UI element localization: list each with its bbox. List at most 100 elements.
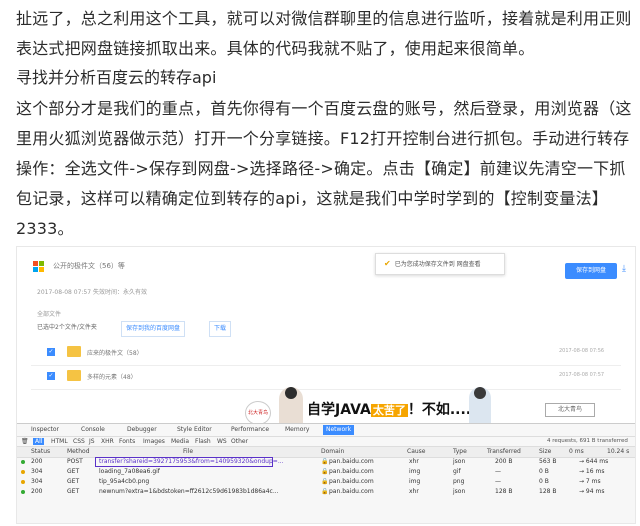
filter-all[interactable]: All bbox=[33, 438, 45, 445]
paragraph-line: 扯远了，总之利用这个工具，就可以对微信群聊里的信息进行监听，接着就是利用正则 bbox=[16, 9, 632, 28]
cell-transferred: 128 B bbox=[495, 488, 513, 495]
cell-transferred: — bbox=[495, 468, 501, 475]
success-toast: ✔ 已为您成功保存文件到 网盘查看 bbox=[375, 253, 505, 275]
lock-icon: 🔒 bbox=[321, 478, 329, 485]
col-method[interactable]: Method bbox=[67, 448, 90, 455]
cell-method: POST bbox=[67, 458, 83, 465]
cell-method: GET bbox=[67, 478, 80, 485]
save-to-netdisk-button[interactable]: 保存到网盘 bbox=[565, 263, 617, 279]
save-button-label: 保存到网盘 bbox=[575, 267, 606, 274]
lock-icon: 🔒 bbox=[321, 468, 329, 475]
col-domain[interactable]: Domain bbox=[321, 448, 344, 455]
share-title: 公开的极件文（56）等 bbox=[53, 262, 125, 270]
cell-size: 128 B bbox=[539, 488, 557, 495]
paragraph-line: 包记录，这样可以精确定位到转存的api，这就是我们中学时学到的【控制变量法】 bbox=[16, 189, 609, 208]
save-to-baidu-button[interactable]: 保存到我的百度网盘 bbox=[121, 321, 186, 337]
filter-media[interactable]: Media bbox=[171, 438, 189, 445]
filter-ws[interactable]: WS bbox=[217, 438, 227, 445]
network-request-row[interactable]: 200 GET newnum?extra=1&bdstoken=ff2612c59d… bbox=[17, 487, 635, 497]
file-row[interactable]: ✓ 应来的极件文（58） 2017-08-08 07:56 bbox=[31, 341, 621, 366]
cell-cause: xhr bbox=[409, 488, 419, 495]
cell-type: png bbox=[453, 478, 465, 485]
cell-method: GET bbox=[67, 468, 80, 475]
cell-file: loading_7a08ea6.gif bbox=[99, 468, 160, 475]
request-summary: 4 requests, 691 B transferred bbox=[547, 438, 628, 444]
cell-transferred: — bbox=[495, 478, 501, 485]
filter-flash[interactable]: Flash bbox=[195, 438, 211, 445]
col-size[interactable]: Size bbox=[539, 448, 551, 455]
filter-fonts[interactable]: Fonts bbox=[119, 438, 135, 445]
paragraph-line: 操作：全选文件->保存到网盘->选择路径->确定。点击【确定】前建议先清空一下抓 bbox=[16, 159, 626, 178]
filter-css[interactable]: CSS bbox=[73, 438, 85, 445]
app-logo-icon bbox=[33, 261, 45, 273]
status-dot-icon bbox=[21, 480, 25, 484]
cell-timing: → 16 ms bbox=[579, 468, 605, 475]
cell-file: newnum?extra=1&bdstoken=ff2612c59d61983b… bbox=[99, 488, 279, 495]
filter-js[interactable]: JS bbox=[89, 438, 95, 445]
col-transferred[interactable]: Transferred bbox=[487, 448, 521, 455]
cell-status: 200 bbox=[31, 458, 43, 465]
cell-domain: pan.baidu.com bbox=[329, 488, 374, 495]
embedded-screenshot: 公开的极件文（56）等 ✔ 已为您成功保存文件到 网盘查看 保存到网盘 ⤓ 201… bbox=[16, 246, 636, 524]
cell-timing: → 644 ms bbox=[579, 458, 609, 465]
lock-icon: 🔒 bbox=[321, 488, 329, 495]
tab-network[interactable]: Network bbox=[323, 425, 355, 435]
breadcrumb[interactable]: 全部文件 bbox=[37, 309, 61, 318]
filter-html[interactable]: HTML bbox=[51, 438, 68, 445]
ad-badge: 北大青鸟 bbox=[245, 401, 271, 425]
ad-slogan-a: 自学JAVA bbox=[307, 402, 371, 418]
status-dot-icon bbox=[21, 470, 25, 474]
tab-inspector[interactable]: Inspector bbox=[31, 426, 59, 433]
cell-type: json bbox=[453, 458, 466, 465]
cell-size: 563 B bbox=[539, 458, 557, 465]
col-type[interactable]: Type bbox=[453, 448, 467, 455]
download-button[interactable]: 下载 bbox=[209, 321, 232, 337]
ad-person-image bbox=[279, 387, 303, 425]
paragraph-line: 里用火狐浏览器做示范）打开一个分享链接。F12打开控制台进行抓包。手动进行转存 bbox=[16, 129, 630, 148]
cell-cause: img bbox=[409, 478, 421, 485]
share-page-header: 公开的极件文（56）等 ✔ 已为您成功保存文件到 网盘查看 保存到网盘 ⤓ bbox=[17, 247, 635, 287]
devtools-panel: Inspector Console Debugger Style Editor … bbox=[17, 423, 635, 523]
annotation-highlight-box bbox=[95, 457, 273, 467]
cell-domain: pan.baidu.com bbox=[329, 468, 374, 475]
cell-transferred: 200 B bbox=[495, 458, 513, 465]
col-cause[interactable]: Cause bbox=[407, 448, 426, 455]
network-request-row[interactable]: 304 GET loading_7a08ea6.gif pan.baidu.com im… bbox=[17, 467, 635, 477]
filter-xhr[interactable]: XHR bbox=[101, 438, 114, 445]
cell-status: 304 bbox=[31, 478, 43, 485]
check-icon: ✔ bbox=[384, 259, 391, 268]
col-status[interactable]: Status bbox=[31, 448, 50, 455]
trash-icon[interactable]: 🗑 bbox=[21, 438, 29, 445]
section-heading: 寻找并分析百度云的转存api bbox=[16, 68, 217, 87]
ad-brand: 北大青鸟 bbox=[545, 403, 595, 417]
selected-count: 已选中2个文件/文件夹 bbox=[37, 324, 97, 331]
cell-type: json bbox=[453, 488, 466, 495]
download-label: 下载 bbox=[214, 325, 227, 332]
ad-person-image bbox=[469, 387, 491, 425]
col-file[interactable]: File bbox=[183, 448, 193, 455]
paragraph-intro: 扯远了，总之利用这个工具，就可以对微信群聊里的信息进行监听，接着就是利用正则 表… bbox=[16, 4, 632, 64]
filter-images[interactable]: Images bbox=[143, 438, 165, 445]
ad-slogan-highlight: 太苦了 bbox=[370, 404, 408, 417]
paragraph-line: 这个部分才是我们的重点，首先你得有一个百度云盘的账号，然后登录，用浏览器（这 bbox=[16, 99, 632, 118]
tab-debugger[interactable]: Debugger bbox=[127, 426, 157, 433]
cell-method: GET bbox=[67, 488, 80, 495]
ad-banner[interactable]: 北大青鸟 自学JAVA 太苦了 ！不如...... 北大青鸟 bbox=[17, 377, 635, 427]
tab-performance[interactable]: Performance bbox=[231, 426, 269, 433]
tab-console[interactable]: Console bbox=[81, 426, 105, 433]
lock-icon: 🔒 bbox=[321, 458, 329, 465]
tab-memory[interactable]: Memory bbox=[285, 426, 309, 433]
filter-other[interactable]: Other bbox=[231, 438, 248, 445]
cell-size: 0 B bbox=[539, 478, 549, 485]
file-name[interactable]: 应来的极件文（58） bbox=[87, 348, 143, 357]
cell-type: gif bbox=[453, 468, 461, 475]
checkbox[interactable]: ✓ bbox=[47, 348, 55, 356]
cell-file: tip_95a4cb0.png bbox=[99, 478, 150, 485]
network-request-row[interactable]: 200 POST transfer?shareid=3927175953&from=… bbox=[17, 457, 635, 467]
tab-style-editor[interactable]: Style Editor bbox=[177, 426, 212, 433]
network-request-row[interactable]: 304 GET tip_95a4cb0.png pan.baidu.com img png… bbox=[17, 477, 635, 487]
cell-domain: pan.baidu.com bbox=[329, 478, 374, 485]
cell-cause: img bbox=[409, 468, 421, 475]
devtools-tabs: Inspector Console Debugger Style Editor … bbox=[17, 424, 635, 436]
download-icon[interactable]: ⤓ bbox=[622, 264, 632, 278]
